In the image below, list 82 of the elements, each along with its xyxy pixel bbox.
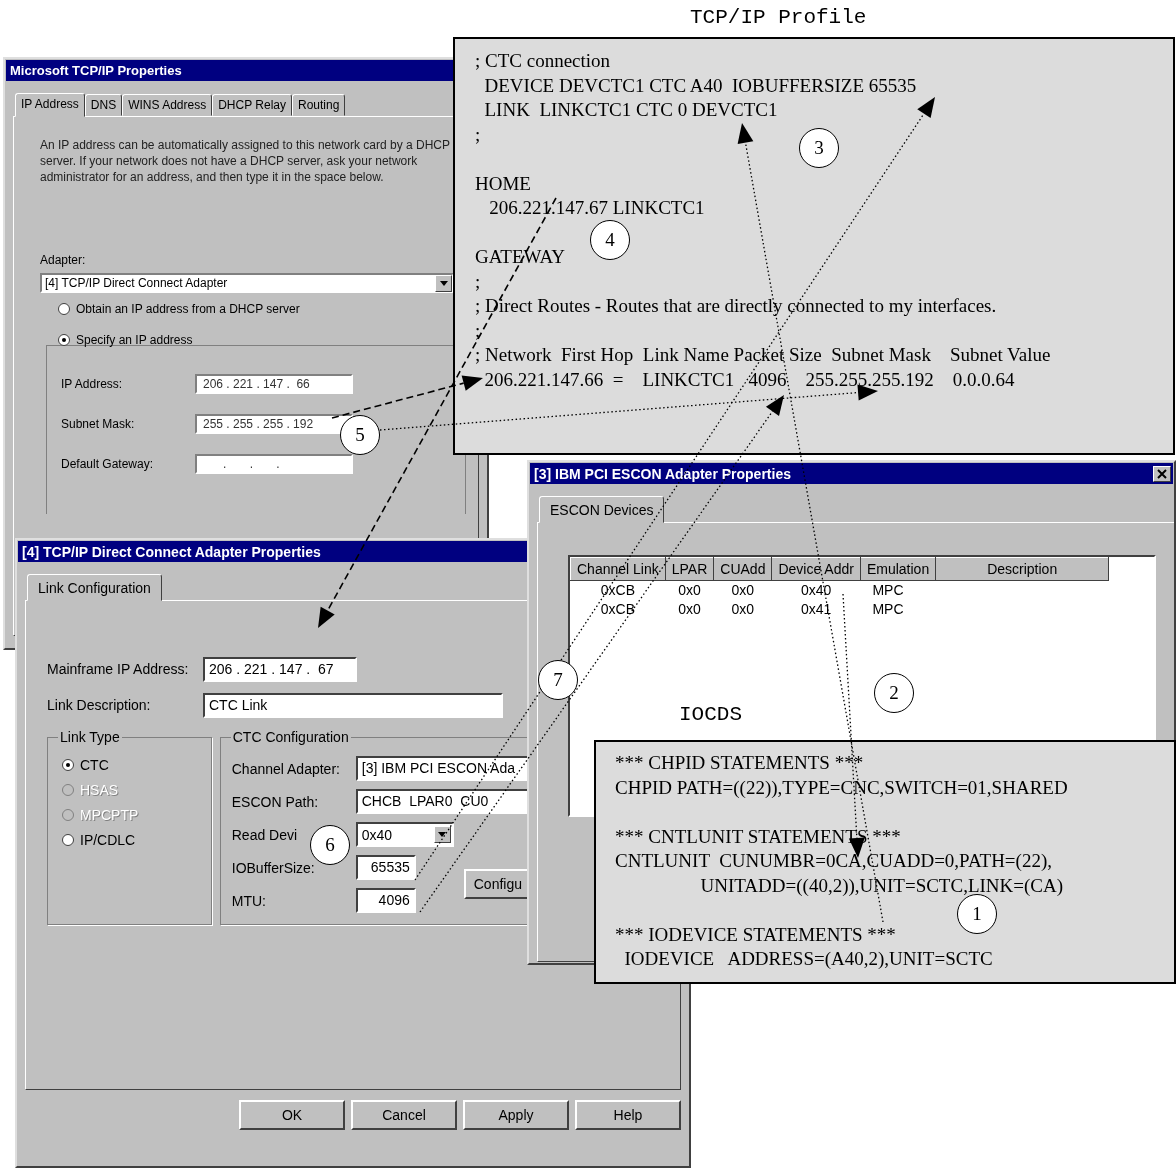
radio-button[interactable] bbox=[58, 333, 70, 346]
field-label: Channel Adapter: bbox=[231, 760, 341, 777]
code-line: ; CTC connection bbox=[475, 49, 612, 73]
window-title: [4] TCP/IP Direct Connect Adapter Properties bbox=[22, 543, 321, 560]
code-line: DEVICE DEVCTC1 CTC A40 IOBUFFERSIZE 65535 bbox=[483, 73, 918, 98]
dialog-button[interactable]: Cancel bbox=[351, 1100, 457, 1130]
code-line: CHPID PATH=((22)),TYPE=CNC,SWITCH=01,SHARED bbox=[615, 775, 1069, 800]
field-label: Mainframe IP Address: bbox=[47, 661, 190, 677]
number-field[interactable]: 4096 bbox=[355, 888, 416, 913]
column-header[interactable]: Emulation bbox=[860, 557, 936, 581]
ip-address-field[interactable]: 206 . 221 . 147 . 67 bbox=[203, 656, 357, 682]
radio-label: HSAS bbox=[80, 781, 119, 798]
radio-label: Specify an IP address bbox=[76, 332, 193, 347]
table-cell: 0xCB bbox=[570, 580, 666, 600]
column-header[interactable]: Device Addr bbox=[771, 557, 861, 581]
adapter-dropdown[interactable]: [4] TCP/IP Direct Connect Adapter bbox=[40, 273, 454, 293]
radio-button[interactable] bbox=[58, 302, 70, 315]
tab[interactable]: IP Address bbox=[15, 93, 85, 117]
table-cell-text: 0xCB bbox=[599, 600, 636, 619]
radio-label: MPCPTP bbox=[80, 806, 139, 823]
dialog-button[interactable]: Apply bbox=[463, 1100, 569, 1130]
number-field[interactable]: 65535 bbox=[355, 855, 416, 880]
column-header[interactable]: CUAdd bbox=[713, 557, 772, 581]
code-line: ; Direct Routes - Routes that are directly connected to my interfaces. bbox=[475, 294, 998, 318]
code-line: 206.221.147.66 = LINKCTC1 4096 255.255.255.192 0.0.0.64 bbox=[483, 367, 1016, 392]
field-label: IP Address: bbox=[61, 377, 124, 391]
code-line: IODEVICE ADDRESS=(A40,2),UNIT=SCTC bbox=[623, 947, 994, 971]
code-line: ; Network First Hop Link Name Packet Size Subnet Mask Subnet Value bbox=[475, 343, 1052, 367]
tab[interactable]: Routing bbox=[292, 94, 346, 116]
dialog-button[interactable]: Help bbox=[575, 1100, 681, 1130]
radio-button[interactable] bbox=[62, 758, 74, 771]
dialog-button[interactable]: OK bbox=[239, 1100, 345, 1130]
table-cell-text: 0x0 bbox=[730, 600, 756, 619]
text-field[interactable]: CTC Link bbox=[203, 692, 503, 718]
column-header[interactable]: Description bbox=[935, 557, 1109, 581]
column-header[interactable]: LPAR bbox=[665, 557, 714, 581]
table-cell: MPC bbox=[860, 580, 936, 600]
close-icon[interactable] bbox=[1153, 465, 1171, 482]
caption-text: IOCDS bbox=[679, 703, 742, 726]
ip-address-field[interactable]: . . . bbox=[195, 454, 353, 474]
table-cell: 0x0 bbox=[713, 580, 772, 600]
tab[interactable]: DNS bbox=[84, 94, 123, 116]
column-header[interactable]: Channel Link bbox=[570, 557, 666, 581]
window-title: [3] IBM PCI ESCON Adapter Properties bbox=[534, 465, 791, 482]
radio-label: IP/CDLC bbox=[80, 831, 136, 848]
code-line: ; bbox=[475, 269, 482, 294]
table-cell-text: MPC bbox=[871, 600, 905, 619]
field-label: Adapter: bbox=[40, 253, 87, 267]
code-line: HOME bbox=[475, 171, 532, 196]
field-label: ESCON Path: bbox=[231, 793, 320, 810]
table-cell: 0x40 bbox=[771, 580, 861, 600]
dropdown[interactable]: 0x40 bbox=[355, 822, 454, 847]
code-line: ; bbox=[475, 122, 482, 147]
field-label: Read Devi bbox=[231, 826, 299, 843]
table-cell-text: 0x41 bbox=[800, 600, 833, 619]
group-title: CTC Configuration bbox=[230, 729, 351, 745]
tab[interactable]: WINS Address bbox=[122, 94, 213, 116]
code-line: *** IODEVICE STATEMENTS *** bbox=[615, 922, 897, 947]
field-label: Default Gateway: bbox=[61, 457, 155, 471]
tab[interactable]: DHCP Relay bbox=[212, 94, 292, 116]
caption-text: TCP/IP Profile bbox=[690, 6, 867, 29]
group-title: Link Type bbox=[58, 729, 122, 745]
window-title: Microsoft TCP/IP Properties bbox=[10, 63, 182, 78]
code-line: GATEWAY bbox=[475, 245, 567, 269]
radio-label: CTC bbox=[80, 756, 109, 773]
ip-address-field[interactable]: 255 . 255 . 255 . 192 bbox=[195, 414, 353, 434]
table-cell: 0x0 bbox=[665, 580, 714, 600]
code-line: *** CHPID STATEMENTS *** bbox=[615, 751, 865, 775]
field-label: Subnet Mask: bbox=[61, 417, 136, 431]
radio-button[interactable] bbox=[62, 833, 74, 846]
tab[interactable]: ESCON Devices bbox=[539, 496, 665, 523]
code-line: LINK LINKCTC1 CTC 0 DEVCTC1 bbox=[483, 98, 779, 122]
field-label: Link Description: bbox=[47, 697, 152, 713]
field-label: MTU: bbox=[231, 892, 267, 909]
ip-address-field[interactable]: 206 . 221 . 147 . 66 bbox=[195, 374, 353, 394]
code-line: *** CNTLUNIT STATEMENTS *** bbox=[615, 824, 902, 849]
radio-label: Obtain an IP address from a DHCP server bbox=[76, 301, 300, 316]
tab[interactable]: Link Configuration bbox=[27, 574, 162, 601]
code-line: 206.221.147.67 LINKCTC1 bbox=[488, 196, 706, 220]
code-line: CNTLUNIT CUNUMBR=0CA,CUADD=0,PATH=(22), bbox=[615, 849, 1053, 873]
description-text: An IP address can be automatically assigned to this network card by a DHCP server. If your network does not have a DHCP server, ask your network administrator for an address, and then type it in the space below. bbox=[40, 137, 450, 185]
table-cell-text: 0x0 bbox=[677, 600, 702, 619]
